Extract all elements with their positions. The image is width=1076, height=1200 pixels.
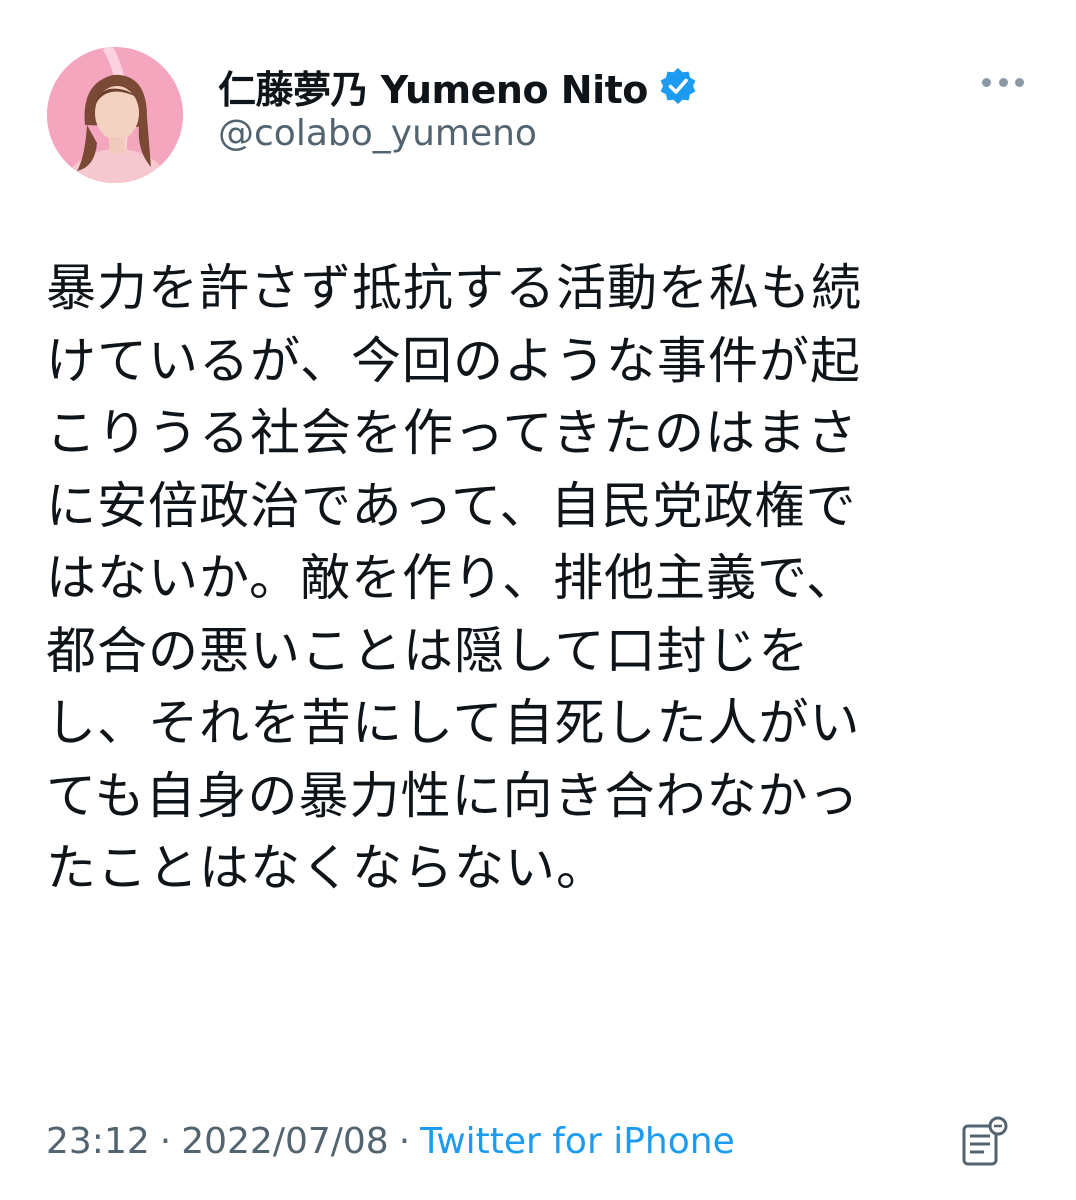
tweet-meta: 23:12 · 2022/07/08 · Twitter for iPhone [46, 1116, 735, 1166]
meta-separator: · [398, 1120, 411, 1162]
tweet-text-line: こりうる社会を作ってきたのはまさ [46, 404, 858, 462]
display-name[interactable]: 仁藤夢乃 Yumeno Nito [218, 59, 648, 114]
tweet-text-line: 暴力を許さず抵抗する活動を私も続 [46, 259, 862, 317]
verified-badge-icon [658, 66, 698, 106]
tweet-text-line: し、それを苦にして自死した人がい [46, 694, 861, 752]
tweet-source-link[interactable]: Twitter for iPhone [420, 1121, 735, 1162]
tweet-text-line: けているが、今回のような事件が起 [46, 331, 861, 390]
dot [1015, 77, 1024, 87]
dot [982, 77, 991, 87]
tweet-text-line: ても自身の暴力性に向き合わなかっ [46, 766, 860, 825]
more-dots-icon[interactable] [982, 70, 1024, 94]
author-handle[interactable]: @colabo_yumeno [218, 113, 537, 154]
tweet-text-line: はないか。敵を作り、排他主義で、 [46, 549, 857, 607]
tweet-card: 仁藤夢乃 Yumeno Nito @colabo_yumeno 暴力を許さず抵抗… [0, 0, 1076, 1200]
dot [998, 77, 1008, 87]
avatar[interactable] [47, 47, 183, 183]
tweet-text-line: たことはなくならない。 [46, 839, 607, 897]
translate-icon[interactable] [960, 1116, 1010, 1168]
tweet-date[interactable]: 2022/07/08 [181, 1121, 389, 1162]
avatar-image-icon [47, 47, 183, 183]
author-name-row[interactable]: 仁藤夢乃 Yumeno Nito [218, 60, 698, 112]
meta-separator: · [159, 1120, 172, 1162]
tweet-text-line: 都合の悪いことは隠して口封じを [46, 621, 810, 680]
tweet-text-line: に安倍政治であって、自民党政権で [46, 476, 857, 535]
tweet-time[interactable]: 23:12 [46, 1121, 150, 1162]
tweet-text: 暴力を許さず抵抗する活動を私も続 けているが、今回のような事件が起 こりうる社会… [46, 252, 1006, 905]
